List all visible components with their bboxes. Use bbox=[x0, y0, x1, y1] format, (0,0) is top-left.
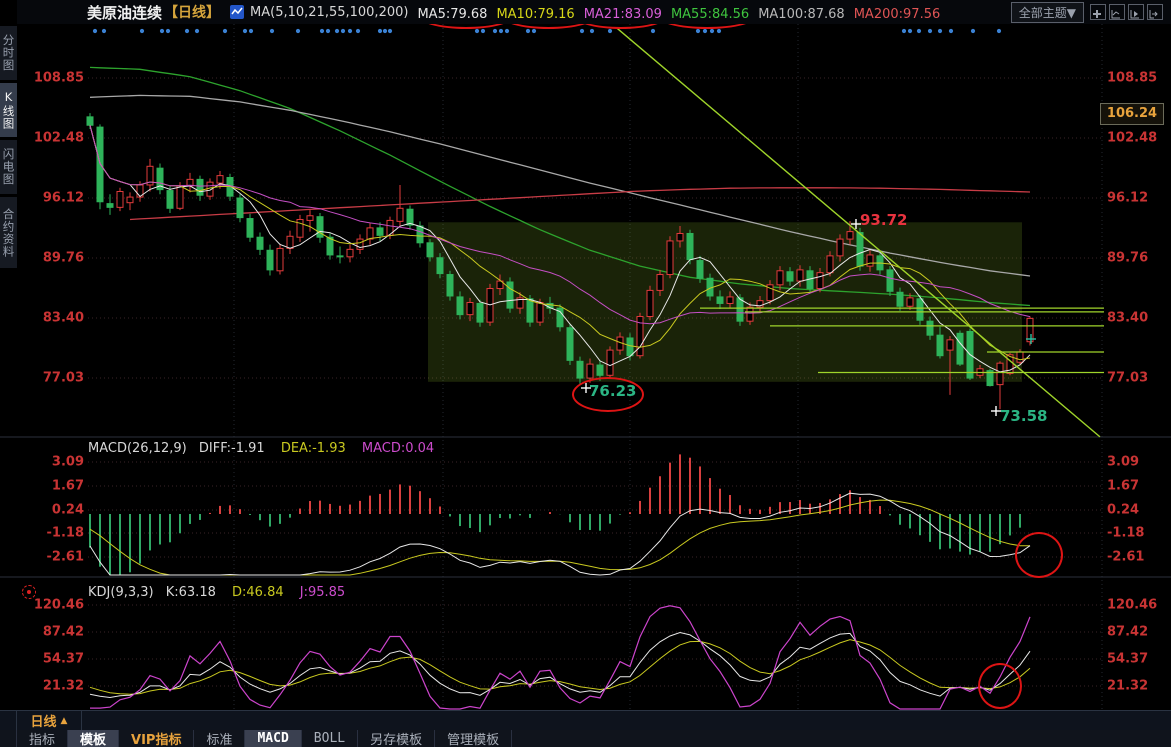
tab-vip-indicator[interactable]: VIP指标 bbox=[119, 730, 194, 747]
sidebar-item-contract-info[interactable]: 合约资料 bbox=[0, 197, 17, 268]
tab-standard[interactable]: 标准 bbox=[194, 730, 245, 747]
theme-select-button[interactable]: 全部主题▼ bbox=[1011, 2, 1084, 23]
kdj-settings-icon[interactable] bbox=[22, 585, 36, 599]
period-button-label: 日线 bbox=[31, 711, 57, 730]
tab-indicator[interactable]: 指标 bbox=[16, 730, 68, 747]
macd-dea-label: DEA:-1.93 bbox=[281, 441, 346, 456]
ma-value-label: MA10:79.16 bbox=[496, 7, 574, 22]
frame-play-icon[interactable] bbox=[1128, 4, 1144, 20]
ma-values-row: MA5:79.68 MA10:79.16 MA21:83.09 MA55:84.56 M… bbox=[408, 3, 940, 22]
ma-settings-label: MA(5,10,21,55,100,200) bbox=[250, 5, 408, 20]
ma-value-label: MA200:97.56 bbox=[854, 7, 941, 22]
chevron-up-icon: ▲ bbox=[61, 716, 68, 726]
tab-template[interactable]: 模板 bbox=[68, 730, 119, 747]
kdj-k-label: K:63.18 bbox=[166, 585, 216, 600]
macd-header: MACD(26,12,9) DIFF:-1.91 DEA:-1.93 MACD:… bbox=[88, 441, 434, 456]
ma-value-label: MA21:83.09 bbox=[584, 7, 662, 22]
split-layout-icon[interactable] bbox=[1090, 4, 1106, 20]
frame-chart-icon[interactable] bbox=[1109, 4, 1125, 20]
frame-export-icon[interactable] bbox=[1147, 4, 1163, 20]
kline-chart-icon[interactable] bbox=[230, 5, 244, 19]
bottom-tab-bar: 指标 模板 VIP指标 标准 MACD BOLL 另存模板 管理模板 bbox=[0, 730, 1171, 747]
sidebar-item-time-chart[interactable]: 分时图 bbox=[0, 26, 17, 80]
sidebar-item-kline-chart[interactable]: K线图 bbox=[0, 83, 17, 137]
price-alert-badge: 106.24 bbox=[1100, 103, 1164, 125]
macd-diff-label: DIFF:-1.91 bbox=[199, 441, 265, 456]
x-axis-bar: 日线 ▲ bbox=[0, 710, 1171, 731]
period-button[interactable]: 日线 ▲ bbox=[16, 711, 82, 730]
tab-save-template[interactable]: 另存模板 bbox=[358, 730, 435, 747]
kdj-j-label: J:95.85 bbox=[300, 585, 345, 600]
kdj-name-label: KDJ(9,3,3) bbox=[88, 585, 154, 600]
macd-value-label: MACD:0.04 bbox=[362, 441, 434, 456]
tab-boll[interactable]: BOLL bbox=[302, 730, 358, 747]
macd-name-label: MACD(26,12,9) bbox=[88, 441, 187, 456]
sidebar-item-flash-chart[interactable]: 闪电图 bbox=[0, 140, 17, 194]
tab-macd[interactable]: MACD bbox=[245, 730, 301, 747]
tab-manage-template[interactable]: 管理模板 bbox=[435, 730, 512, 747]
ma-value-label: MA100:87.68 bbox=[758, 7, 845, 22]
period-tag: 【日线】 bbox=[164, 2, 220, 22]
ma-value-label: MA5:79.68 bbox=[417, 7, 487, 22]
kdj-header: KDJ(9,3,3) K:63.18 D:46.84 J:95.85 bbox=[88, 585, 345, 600]
trading-app-window: 美原油连续 【日线】 MA(5,10,21,55,100,200) MA5:79… bbox=[0, 0, 1171, 747]
ma-value-label: MA55:84.56 bbox=[671, 7, 749, 22]
symbol-title: 美原油连续 bbox=[87, 2, 162, 23]
top-bar: 美原油连续 【日线】 MA(5,10,21,55,100,200) MA5:79… bbox=[17, 0, 1171, 24]
kdj-d-label: D:46.84 bbox=[232, 585, 284, 600]
chart-canvas[interactable] bbox=[0, 0, 1171, 747]
